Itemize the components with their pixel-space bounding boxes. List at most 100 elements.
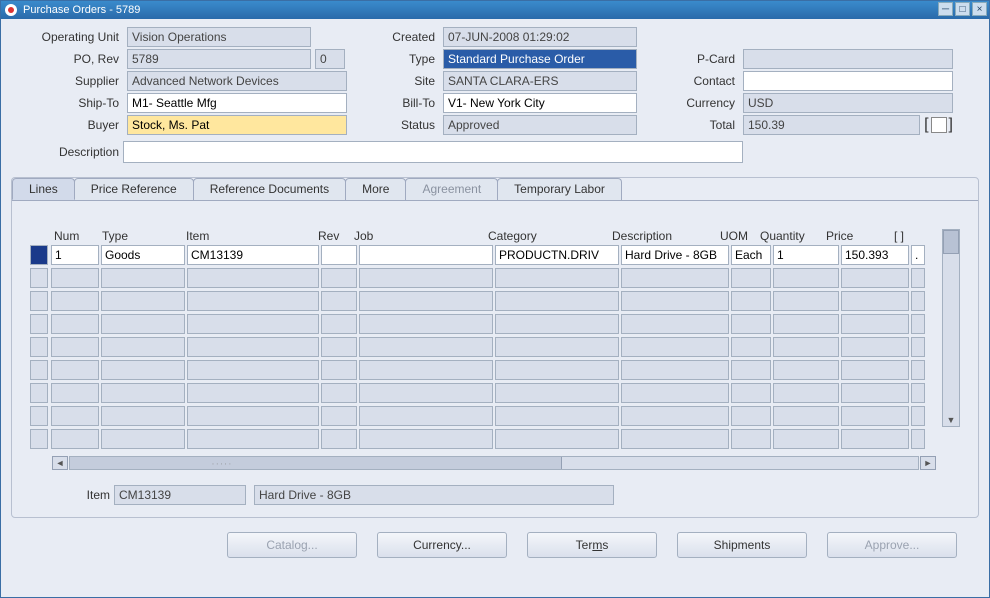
cell-item[interactable] — [187, 406, 319, 426]
cell-type[interactable] — [101, 291, 185, 311]
cell-quantity[interactable] — [773, 383, 839, 403]
cell-num[interactable] — [51, 383, 99, 403]
cell-description[interactable]: Hard Drive - 8GB — [621, 245, 729, 265]
cell-rev[interactable] — [321, 337, 357, 357]
type-field[interactable]: Standard Purchase Order — [443, 49, 637, 69]
row-marker[interactable] — [30, 314, 48, 334]
cell-price[interactable]: 150.393 — [841, 245, 909, 265]
row-marker[interactable] — [30, 245, 48, 265]
row-marker[interactable] — [30, 383, 48, 403]
cell-type[interactable] — [101, 337, 185, 357]
po-field[interactable]: 5789 — [127, 49, 311, 69]
cell-description[interactable] — [621, 314, 729, 334]
cell-rev[interactable] — [321, 291, 357, 311]
cell-br[interactable] — [911, 314, 925, 334]
cell-uom[interactable] — [731, 291, 771, 311]
cell-num[interactable] — [51, 291, 99, 311]
cell-uom[interactable] — [731, 314, 771, 334]
cell-job[interactable] — [359, 406, 493, 426]
cell-job[interactable] — [359, 314, 493, 334]
cell-description[interactable] — [621, 360, 729, 380]
cell-category[interactable] — [495, 406, 619, 426]
row-marker[interactable] — [30, 291, 48, 311]
cell-job[interactable] — [359, 291, 493, 311]
scroll-down-icon[interactable]: ▼ — [943, 413, 959, 427]
cell-type[interactable] — [101, 268, 185, 288]
cell-num[interactable]: 1 — [51, 245, 99, 265]
cell-br[interactable] — [911, 383, 925, 403]
cell-type[interactable] — [101, 406, 185, 426]
cell-job[interactable] — [359, 360, 493, 380]
cell-type[interactable] — [101, 429, 185, 449]
cell-type[interactable] — [101, 383, 185, 403]
cell-br[interactable] — [911, 429, 925, 449]
terms-button[interactable]: Terms — [527, 532, 657, 558]
currency-field[interactable]: USD — [743, 93, 953, 113]
cell-job[interactable] — [359, 383, 493, 403]
scroll-right-icon[interactable]: ► — [920, 456, 936, 470]
cell-type[interactable]: Goods — [101, 245, 185, 265]
cell-br[interactable] — [911, 406, 925, 426]
cell-uom[interactable] — [731, 429, 771, 449]
cell-rev[interactable] — [321, 406, 357, 426]
currency-button[interactable]: Currency... — [377, 532, 507, 558]
cell-category[interactable] — [495, 337, 619, 357]
cell-category[interactable] — [495, 314, 619, 334]
table-row[interactable] — [30, 383, 936, 405]
cell-num[interactable] — [51, 268, 99, 288]
cell-br[interactable] — [911, 268, 925, 288]
description-field[interactable] — [123, 141, 743, 163]
maximize-button[interactable]: □ — [955, 2, 970, 16]
cell-num[interactable] — [51, 337, 99, 357]
operating-unit-field[interactable]: Vision Operations — [127, 27, 311, 47]
billto-field[interactable]: V1- New York City — [443, 93, 637, 113]
cell-price[interactable] — [841, 314, 909, 334]
cell-item[interactable] — [187, 314, 319, 334]
scroll-left-icon[interactable]: ◄ — [52, 456, 68, 470]
cell-num[interactable] — [51, 314, 99, 334]
cell-num[interactable] — [51, 429, 99, 449]
cell-br[interactable] — [911, 291, 925, 311]
cell-description[interactable] — [621, 429, 729, 449]
site-field[interactable]: SANTA CLARA-ERS — [443, 71, 637, 91]
tab-price-reference[interactable]: Price Reference — [74, 178, 194, 200]
buyer-field[interactable]: Stock, Ms. Pat — [127, 115, 347, 135]
cell-quantity[interactable]: 1 — [773, 245, 839, 265]
table-row[interactable] — [30, 291, 936, 313]
cell-item[interactable] — [187, 291, 319, 311]
cell-num[interactable] — [51, 360, 99, 380]
cell-type[interactable] — [101, 314, 185, 334]
supplier-field[interactable]: Advanced Network Devices — [127, 71, 347, 91]
cell-quantity[interactable] — [773, 314, 839, 334]
cell-category[interactable] — [495, 429, 619, 449]
cell-uom[interactable] — [731, 383, 771, 403]
cell-category[interactable] — [495, 360, 619, 380]
cell-category[interactable] — [495, 291, 619, 311]
vscroll-thumb[interactable] — [943, 230, 959, 254]
tab-agreement[interactable]: Agreement — [405, 178, 498, 200]
cell-category[interactable] — [495, 383, 619, 403]
pcard-field[interactable] — [743, 49, 953, 69]
table-row[interactable] — [30, 429, 936, 451]
cell-rev[interactable] — [321, 268, 357, 288]
cell-description[interactable] — [621, 406, 729, 426]
created-field[interactable]: 07-JUN-2008 01:29:02 — [443, 27, 637, 47]
footer-item-code[interactable]: CM13139 — [114, 485, 246, 505]
footer-item-desc[interactable]: Hard Drive - 8GB — [254, 485, 614, 505]
rev-field[interactable]: 0 — [315, 49, 345, 69]
cell-quantity[interactable] — [773, 429, 839, 449]
cell-rev[interactable] — [321, 245, 357, 265]
table-row[interactable] — [30, 314, 936, 336]
row-marker[interactable] — [30, 337, 48, 357]
cell-br[interactable] — [911, 337, 925, 357]
cell-rev[interactable] — [321, 314, 357, 334]
catalog-button[interactable]: Catalog... — [227, 532, 357, 558]
cell-uom[interactable] — [731, 337, 771, 357]
cell-item[interactable] — [187, 360, 319, 380]
table-row[interactable]: 1GoodsCM13139PRODUCTN.DRIVHard Drive - 8… — [30, 245, 936, 267]
cell-price[interactable] — [841, 429, 909, 449]
cell-quantity[interactable] — [773, 337, 839, 357]
total-field[interactable]: 150.39 — [743, 115, 920, 135]
shipto-field[interactable]: M1- Seattle Mfg — [127, 93, 347, 113]
cell-uom[interactable]: Each — [731, 245, 771, 265]
